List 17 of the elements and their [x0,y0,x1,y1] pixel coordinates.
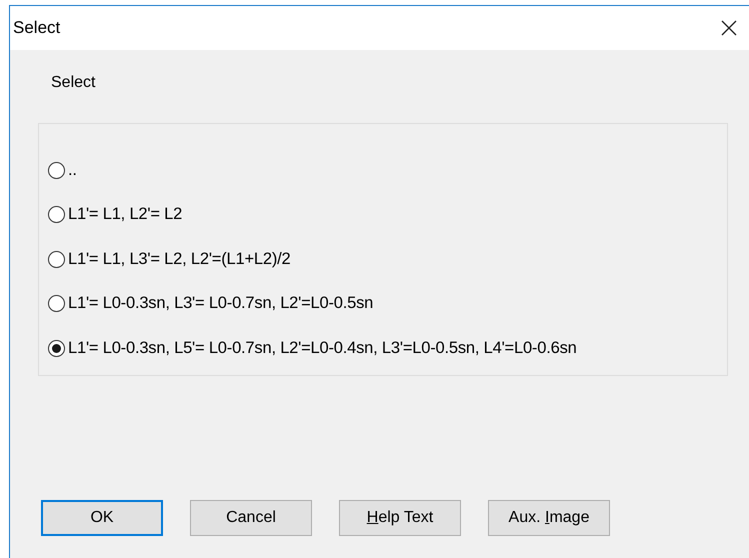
close-icon[interactable] [721,20,737,36]
prompt-label: Select [51,74,96,92]
window-title: Select [13,18,60,38]
radio-button[interactable] [48,162,65,178]
radio-option[interactable]: L1'= L0-0.3sn, L3'= L0-0.7sn, L2'=L0-0.5sn [48,294,374,314]
radio-button[interactable] [48,340,65,356]
dialog-button[interactable]: Aux. Image [488,500,610,536]
dialog-button[interactable]: Cancel [190,500,312,536]
radio-button[interactable] [48,250,65,268]
radio-button[interactable] [48,295,65,312]
radio-button[interactable] [48,206,65,223]
dialog-button[interactable]: Help Text [339,500,461,536]
dialog-button[interactable]: OK [41,500,163,536]
radio-option[interactable]: .. [48,160,77,180]
radio-option[interactable]: L1'= L1, L2'= L2 [48,204,182,224]
radio-option[interactable]: L1'= L1, L3'= L2, L2'=(L1+L2)/2 [48,249,291,269]
radio-option[interactable]: L1'= L0-0.3sn, L5'= L0-0.7sn, L2'=L0-0.4sn, L3'=L0-0.5sn, L4'=L0-0.6sn [48,338,577,358]
